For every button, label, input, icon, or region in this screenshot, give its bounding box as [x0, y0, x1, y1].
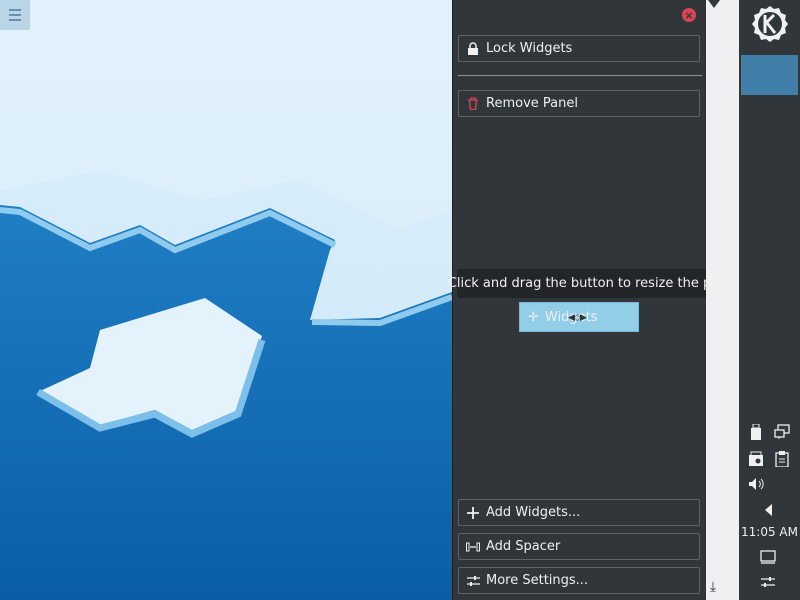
plus-icon: [466, 506, 480, 520]
resize-cursor-icon: ◀◇▶: [568, 313, 587, 323]
kde-logo-icon[interactable]: [750, 4, 790, 44]
remove-panel-label: Remove Panel: [486, 96, 578, 111]
lock-widgets-button[interactable]: Lock Widgets: [458, 35, 700, 62]
clipboard-icon[interactable]: [773, 450, 791, 468]
kde-panel: 11:05 AM: [739, 0, 800, 600]
add-widgets-label: Add Widgets...: [486, 505, 581, 520]
add-spacer-button[interactable]: Add Spacer: [458, 533, 700, 560]
network-icon[interactable]: [773, 423, 791, 441]
divider: [458, 75, 702, 76]
lock-widgets-label: Lock Widgets: [486, 41, 573, 56]
widgets-drag-handle[interactable]: ✛ Widgets ◀◇▶: [519, 302, 639, 332]
add-widgets-button[interactable]: Add Widgets...: [458, 499, 700, 526]
move-icon: ✛: [528, 309, 539, 325]
size-slider-handle[interactable]: ⤓: [706, 580, 720, 594]
hamburger-icon: [9, 9, 21, 21]
panel-config-dialog: × Lock Widgets Remove Panel Add Widgets.…: [452, 0, 706, 600]
remove-panel-button[interactable]: Remove Panel: [458, 90, 700, 117]
task-manager-entry[interactable]: [741, 55, 798, 95]
vault-icon[interactable]: [747, 450, 765, 468]
panel-ruler[interactable]: ⤓: [706, 0, 739, 600]
spacer-icon: [466, 540, 480, 554]
wallpaper-graphic: [0, 0, 452, 600]
close-icon[interactable]: ×: [682, 8, 696, 22]
trash-icon: [466, 97, 480, 111]
offset-slider-handle[interactable]: [708, 0, 720, 8]
show-desktop-icon[interactable]: [759, 548, 777, 566]
panel-settings-icon[interactable]: [759, 573, 777, 591]
lock-icon: [466, 42, 480, 56]
tray-expand-arrow-icon[interactable]: [765, 504, 772, 516]
more-settings-button[interactable]: More Settings...: [458, 567, 700, 594]
resize-tooltip: Click and drag the button to resize the …: [448, 269, 743, 298]
settings-sliders-icon: [466, 574, 480, 588]
usb-device-icon[interactable]: [747, 423, 765, 441]
add-spacer-label: Add Spacer: [486, 539, 561, 554]
more-settings-label: More Settings...: [486, 573, 589, 588]
volume-icon[interactable]: [747, 475, 765, 493]
clock[interactable]: 11:05 AM: [739, 525, 800, 539]
tooltip-text: Click and drag the button to resize the …: [447, 276, 744, 291]
desktop-wallpaper: [0, 0, 452, 600]
desktop-menu-button[interactable]: [0, 0, 30, 30]
